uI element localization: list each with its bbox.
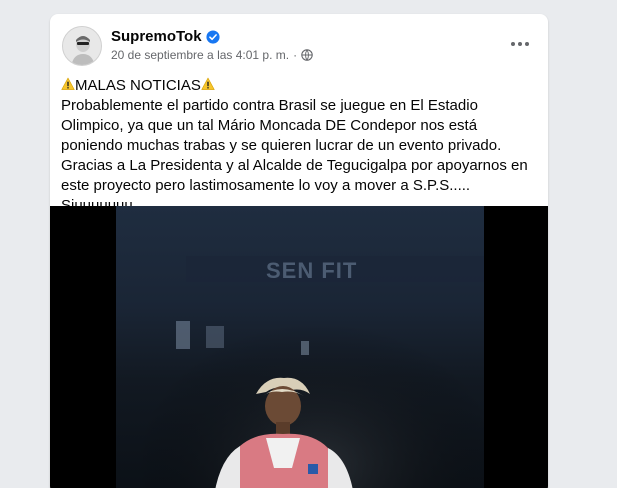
more-options-icon[interactable] [504,32,536,56]
banner-text: SEN FIT [266,258,357,283]
post-heading: MALAS NOTICIAS [75,77,201,94]
warning-icon [61,77,75,91]
post-card: SupremoTok 20 de septiembre a las 4:01 p… [50,14,548,488]
post-media[interactable]: SEN FIT [50,206,548,488]
verified-badge-icon [206,29,220,44]
post-heading-line: MALAS NOTICIAS [61,76,539,96]
more-dot [518,42,522,46]
warning-icon [201,77,215,91]
page: SupremoTok 20 de septiembre a las 4:01 p… [0,0,617,488]
avatar-image [63,27,101,65]
author-name[interactable]: SupremoTok [111,28,202,45]
avatar[interactable] [62,26,102,66]
post-body: Probablemente el partido contra Brasil s… [61,97,528,214]
photo-scene: SEN FIT [116,206,484,488]
meta-separator: · [293,48,298,62]
post-meta: 20 de septiembre a las 4:01 p. m. · [111,48,313,62]
post-text: MALAS NOTICIAS Probablemente el partido … [61,76,539,216]
post-timestamp[interactable]: 20 de septiembre a las 4:01 p. m. [111,48,289,62]
post-photo[interactable]: SEN FIT [116,206,484,488]
author-name-row: SupremoTok [111,28,220,45]
more-dot [511,42,515,46]
more-dot [525,42,529,46]
globe-icon[interactable] [301,49,313,61]
post-header: SupremoTok 20 de septiembre a las 4:01 p… [50,14,548,70]
